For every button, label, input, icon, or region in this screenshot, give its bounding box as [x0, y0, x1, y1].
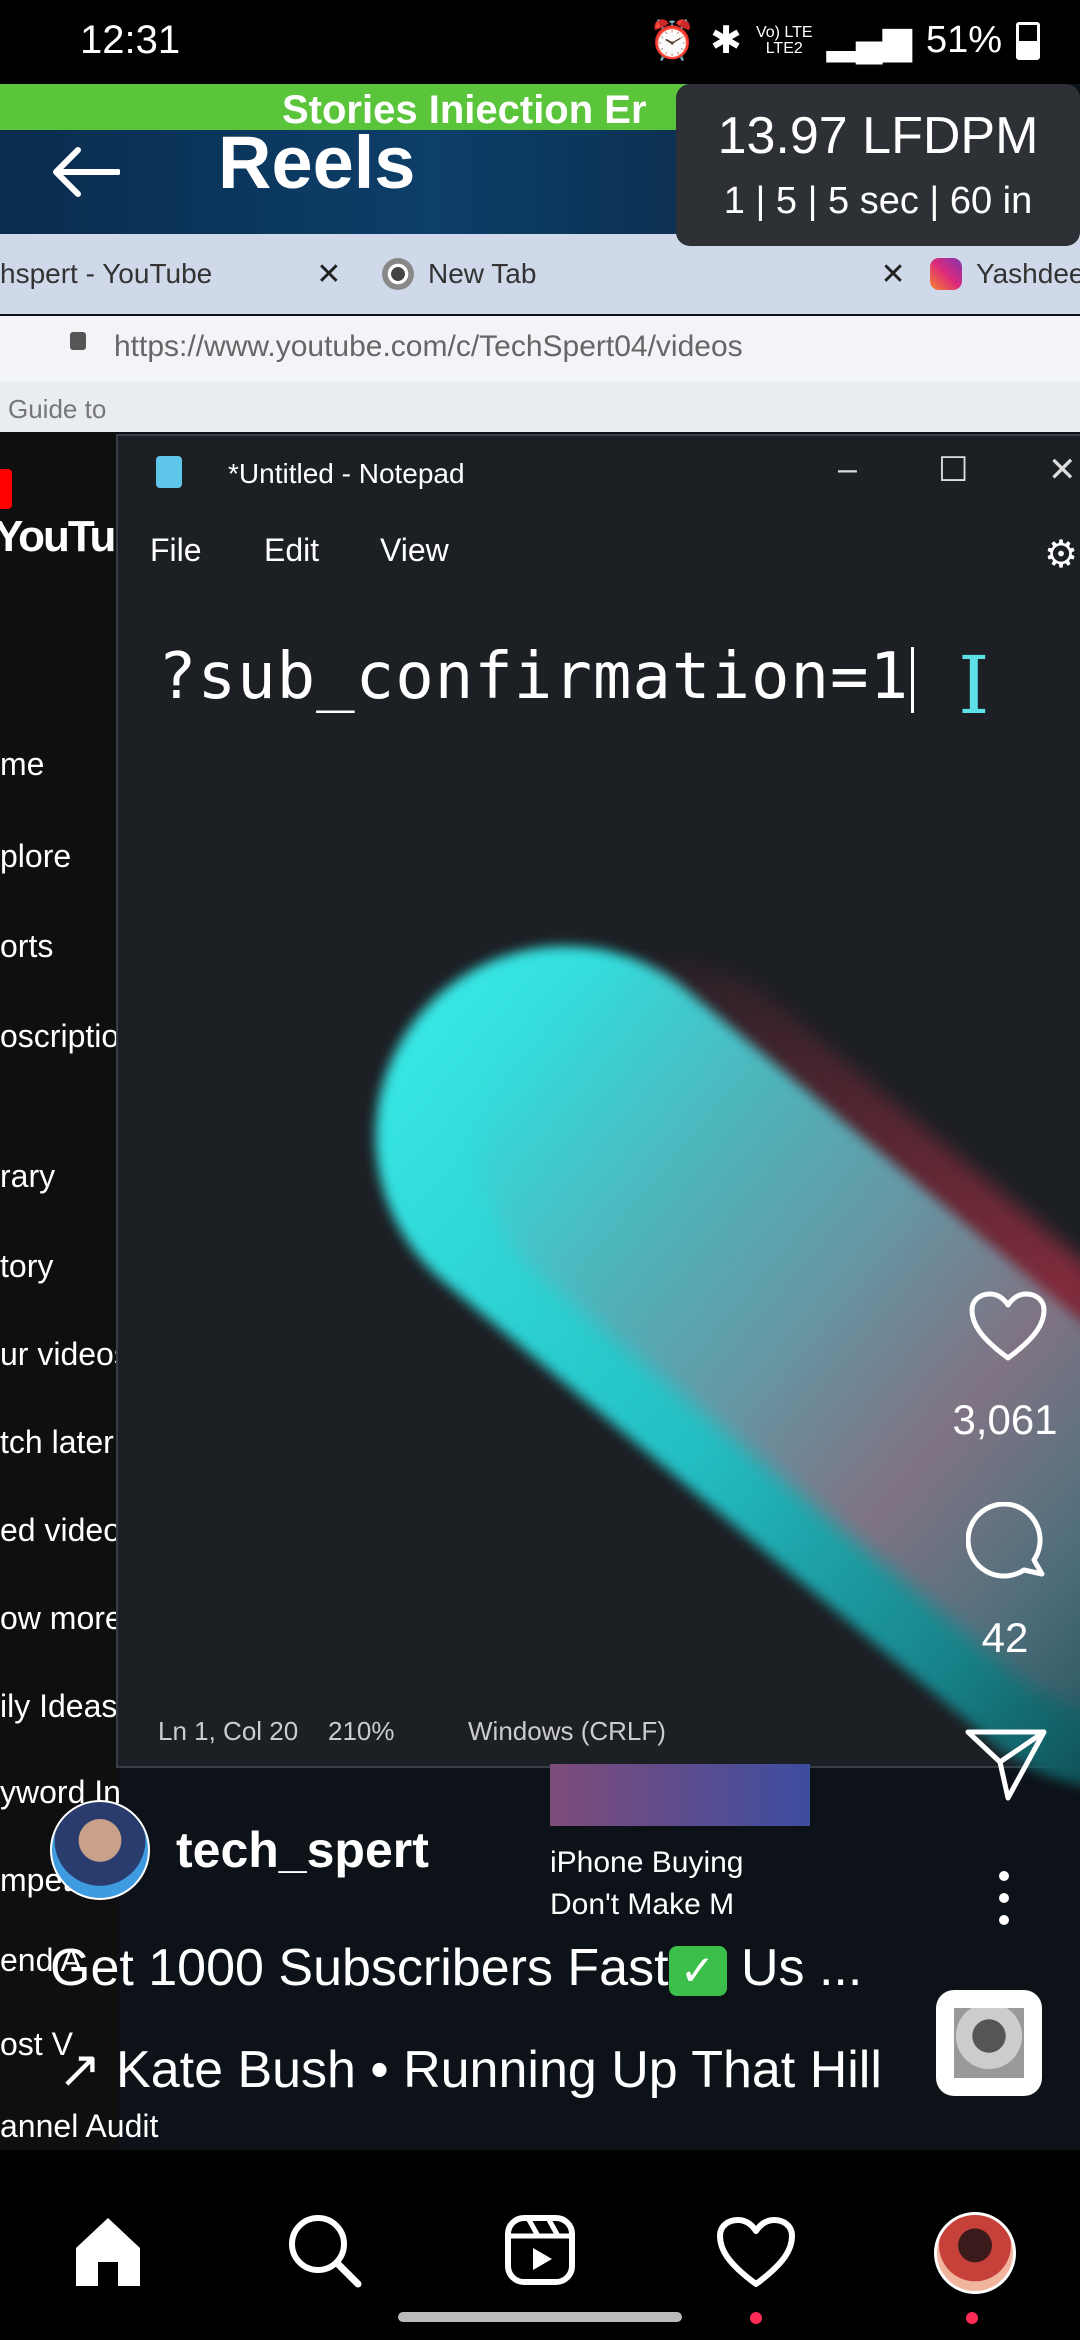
share-button[interactable]	[964, 1726, 1048, 1807]
notepad-title: *Untitled - Notepad	[228, 458, 465, 489]
network-type: Vo) LTE LTE2	[755, 23, 813, 57]
reel-audio-link[interactable]: ↗ Kate Bush • Running Up That Hill	[58, 2040, 882, 2100]
status-time: 12:31	[80, 18, 181, 62]
nav-search[interactable]	[274, 2200, 374, 2300]
yt-side-item: rary	[0, 1158, 56, 1194]
send-icon	[965, 1729, 1047, 1801]
comment-button[interactable]	[965, 1501, 1050, 1591]
menu-view: View	[380, 532, 449, 568]
reels-icon	[505, 2215, 575, 2285]
settings-icon: ⚙	[1044, 534, 1079, 576]
alarm-icon: ⏰	[648, 19, 697, 62]
comment-count: 42	[981, 1614, 1029, 1661]
check-emoji-icon: ✓	[668, 1946, 727, 1997]
heart-icon	[969, 1291, 1047, 1361]
back-button[interactable]	[48, 146, 121, 200]
reel-caption[interactable]: Get 1000 Subscribers Fast ✓ Us ...	[50, 1938, 862, 1998]
status-eol: Windows (CRLF)	[468, 1716, 666, 1746]
avatar[interactable]	[50, 1800, 150, 1900]
stats-line-1: 13.97 LFDPM	[717, 107, 1039, 165]
bluetooth-icon: ✱	[710, 20, 742, 62]
yt-side-item: ur videos	[0, 1336, 130, 1372]
thumbnail-title-line: iPhone Buying	[550, 1846, 744, 1879]
home-icon	[76, 2218, 140, 2286]
yt-side-item: ow more	[0, 1600, 123, 1636]
instagram-icon	[930, 258, 962, 290]
yt-side-item: plore	[0, 838, 72, 874]
notepad-icon	[156, 456, 182, 488]
browser-tab-label: New Tab	[428, 258, 537, 289]
yt-side-item: ily Ideas	[0, 1688, 118, 1724]
nav-reels[interactable]	[490, 2200, 590, 2300]
browser-bookmarks-bar: Guide to	[0, 382, 1080, 432]
reel-author[interactable]: tech_spert	[50, 1800, 429, 1900]
yt-side-item: me	[0, 746, 45, 782]
yt-side-item: annel Audit	[0, 2108, 159, 2144]
like-button[interactable]	[968, 1290, 1048, 1367]
notepad-text: ?sub_confirmation=1	[158, 640, 915, 714]
menu-edit: Edit	[264, 532, 320, 568]
youtube-logo: YouTu	[0, 462, 118, 562]
reels-screen: Stories Iniection Er hspert - YouTube ✕ …	[0, 0, 1080, 2340]
menu-file: File	[150, 532, 202, 568]
browser-tab-label: hspert - YouTube	[0, 258, 213, 289]
search-icon	[289, 2215, 362, 2288]
text-cursor-icon: I	[958, 639, 990, 732]
status-zoom: 210%	[328, 1716, 395, 1746]
notepad-titlebar: *Untitled - Notepad – ☐ ✕	[118, 436, 1080, 510]
heart-icon	[717, 2217, 795, 2287]
more-vertical-icon	[999, 1871, 1009, 1925]
browser-tab-label: Yashdee	[976, 258, 1080, 289]
more-button[interactable]	[994, 1870, 1014, 1931]
close-icon: ✕	[880, 257, 906, 291]
trending-arrow-icon: ↗	[58, 2041, 102, 2099]
close-icon: ✕	[316, 257, 342, 291]
status-icons: ⏰ ✱ Vo) LTE LTE2 ▂▄▆ 51%	[649, 18, 1040, 63]
notepad-menubar: File Edit View ⚙	[118, 510, 1080, 590]
arrow-left-icon	[53, 147, 121, 197]
audio-thumbnail[interactable]	[936, 1990, 1042, 2096]
caption-text: Get 1000 Subscribers Fast	[50, 1939, 669, 1997]
like-count: 3,061	[952, 1396, 1058, 1443]
browser-url-bar: https://www.youtube.com/c/TechSpert04/vi…	[0, 316, 1080, 382]
yt-side-item: ed video	[0, 1512, 121, 1548]
audio-title: Kate Bush • Running Up That Hill	[116, 2041, 882, 2099]
battery-percent: 51%	[925, 19, 1002, 61]
thumbnail-image	[550, 1764, 810, 1826]
close-icon: ✕	[1048, 451, 1077, 489]
stats-overlay: 13.97 LFDPM 1 | 5 | 5 sec | 60 in	[676, 84, 1080, 246]
thumbnail-title-line: Don't Make M	[550, 1888, 735, 1921]
stats-line-2: 1 | 5 | 5 sec | 60 in	[723, 180, 1033, 222]
comment-icon	[965, 1501, 1045, 1579]
nav-activity[interactable]	[706, 2200, 806, 2324]
browser-tab: New Tab ✕	[382, 234, 906, 314]
browser-tab-strip: hspert - YouTube ✕ New Tab ✕ Yashdee	[0, 234, 1080, 314]
browser-url-text: https://www.youtube.com/c/TechSpert04/vi…	[114, 330, 743, 363]
yt-side-item: tch later	[0, 1424, 114, 1460]
caption-text-more: Us ...	[726, 1939, 863, 1997]
home-indicator[interactable]	[398, 2312, 682, 2322]
notification-dot	[750, 2312, 762, 2324]
bookmark-label: Guide to	[8, 394, 107, 424]
yt-side-item: tory	[0, 1248, 54, 1284]
yt-side-item: orts	[0, 928, 54, 964]
lock-icon	[70, 332, 86, 350]
nav-profile[interactable]	[922, 2200, 1022, 2324]
browser-tab: hspert - YouTube ✕	[0, 234, 341, 314]
notepad-statusbar: Ln 1, Col 20 210% Windows (CRLF)	[118, 1696, 1080, 1766]
profile-avatar	[934, 2212, 1016, 2294]
status-bar: 12:31 ⏰ ✱ Vo) LTE LTE2 ▂▄▆ 51%	[0, 0, 1080, 84]
author-username[interactable]: tech_spert	[176, 1821, 429, 1879]
maximize-icon: ☐	[938, 451, 969, 489]
battery-icon	[1016, 21, 1040, 60]
nav-home[interactable]	[58, 2200, 158, 2300]
yt-side-item: oscriptio	[0, 1018, 120, 1054]
signal-icon: ▂▄▆	[826, 20, 912, 62]
page-title: Reels	[218, 121, 416, 204]
browser-tab: Yashdee	[930, 234, 1080, 314]
minimize-icon: –	[838, 450, 857, 488]
notification-dot	[966, 2312, 978, 2324]
status-position: Ln 1, Col 20	[158, 1716, 299, 1746]
chrome-icon	[382, 258, 414, 290]
